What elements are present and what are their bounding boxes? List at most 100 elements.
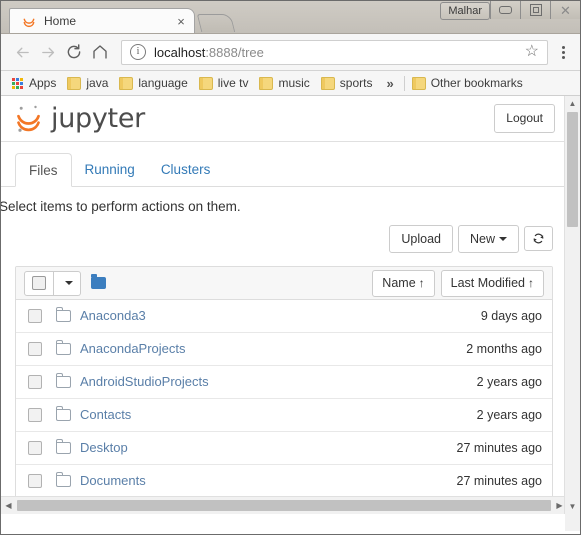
folder-icon xyxy=(55,373,71,389)
row-checkbox[interactable] xyxy=(28,474,42,489)
bookmark-apps[interactable]: Apps xyxy=(8,75,63,91)
chevron-down-icon xyxy=(65,281,73,286)
file-modified-time: 27 minutes ago xyxy=(456,474,542,489)
scrollbar-corner xyxy=(565,514,580,531)
select-all-checkbox[interactable] xyxy=(24,270,54,296)
chevron-down-icon xyxy=(499,237,507,242)
tab-clusters[interactable]: Clusters xyxy=(148,153,224,187)
new-dropdown-button[interactable]: New xyxy=(457,224,519,254)
row-checkbox[interactable] xyxy=(28,441,42,456)
menu-dot xyxy=(561,55,565,59)
window-controls: Malhar ✕ xyxy=(440,1,580,20)
file-list-panel: Name ↑ Last Modified ↑ Anaconda3 9 days ag… xyxy=(15,266,553,514)
tab-strip: Home × xyxy=(1,8,236,33)
menu-dot xyxy=(561,45,565,49)
address-bar[interactable]: i localhost:8888/tree ☆ xyxy=(121,39,548,65)
file-name-link[interactable]: Documents xyxy=(80,473,146,490)
site-info-icon[interactable]: i xyxy=(130,44,146,60)
bookmark-apps-label: Apps xyxy=(29,76,57,90)
folder-icon xyxy=(411,76,426,90)
file-modified-time: 2 years ago xyxy=(476,408,542,423)
sort-by-modified-button[interactable]: Last Modified ↑ xyxy=(440,269,544,297)
folder-icon xyxy=(55,340,71,356)
blue-folder-icon[interactable] xyxy=(91,274,106,290)
folder-icon xyxy=(198,76,213,90)
url-host: localhost xyxy=(154,44,206,60)
browser-tab-home[interactable]: Home × xyxy=(9,8,195,33)
row-checkbox[interactable] xyxy=(28,342,42,357)
selection-dropdown-button[interactable] xyxy=(54,270,81,296)
horizontal-scrollbar[interactable]: ◀ ▶ xyxy=(1,496,567,514)
file-modified-time: 2 years ago xyxy=(476,375,542,390)
close-button[interactable]: ✕ xyxy=(550,1,580,19)
arrow-up-icon: ↑ xyxy=(418,275,425,290)
row-checkbox[interactable] xyxy=(28,408,42,423)
file-modified-time: 9 days ago xyxy=(480,309,542,324)
scroll-down-arrow-icon[interactable]: ▼ xyxy=(565,499,580,514)
file-name-link[interactable]: Anaconda3 xyxy=(80,308,146,325)
bookmark-label: language xyxy=(138,76,188,90)
logout-button[interactable]: Logout xyxy=(494,104,555,133)
browser-menu-button[interactable] xyxy=(554,45,572,59)
bookmark-other-bookmarks[interactable]: Other bookmarks xyxy=(408,75,530,91)
bookmarks-bar: Apps java language live tv music sports … xyxy=(1,71,580,96)
sort-modified-label: Last Modified xyxy=(450,275,525,290)
maximize-icon xyxy=(529,4,542,16)
bookmark-label: music xyxy=(278,76,310,90)
jupyter-wordmark: jupyter xyxy=(51,103,145,134)
bookmark-music[interactable]: music xyxy=(255,75,316,91)
home-button[interactable] xyxy=(87,39,113,65)
file-name-link[interactable]: AnacondaProjects xyxy=(80,341,186,358)
table-row[interactable]: AndroidStudioProjects 2 years ago xyxy=(16,366,552,400)
tab-close-icon[interactable]: × xyxy=(174,14,188,29)
forward-button[interactable] xyxy=(35,39,61,65)
title-bar: Malhar ✕ Home × xyxy=(1,1,580,34)
bookmarks-overflow-icon[interactable]: » xyxy=(379,76,400,91)
minimize-button[interactable] xyxy=(490,1,520,19)
vertical-scrollbar[interactable]: ▲ ▼ xyxy=(564,96,580,514)
bookmark-language[interactable]: language xyxy=(115,75,194,91)
file-modified-time: 27 minutes ago xyxy=(456,441,542,456)
table-row[interactable]: Anaconda3 9 days ago xyxy=(16,300,552,334)
sort-by-name-button[interactable]: Name ↑ xyxy=(372,269,435,297)
maximize-button[interactable] xyxy=(520,1,550,19)
file-name-link[interactable]: Desktop xyxy=(80,440,128,457)
profile-button[interactable]: Malhar xyxy=(440,2,490,20)
reload-button[interactable] xyxy=(61,39,87,65)
refresh-button[interactable] xyxy=(524,226,553,252)
bookmark-live-tv[interactable]: live tv xyxy=(195,75,256,91)
table-row[interactable]: Documents 27 minutes ago xyxy=(16,465,552,499)
tab-running[interactable]: Running xyxy=(72,153,148,187)
folder-icon xyxy=(55,472,71,488)
sort-name-label: Name xyxy=(382,275,416,290)
bookmark-star-icon[interactable]: ☆ xyxy=(519,44,539,60)
table-row[interactable]: Contacts 2 years ago xyxy=(16,399,552,433)
arrow-up-icon: ↑ xyxy=(528,275,534,290)
jupyter-logo[interactable]: jupyter xyxy=(15,103,145,135)
row-checkbox[interactable] xyxy=(28,309,42,324)
bookmark-label: live tv xyxy=(217,76,249,90)
scroll-left-arrow-icon[interactable]: ◀ xyxy=(1,501,16,510)
folder-icon xyxy=(55,406,71,422)
new-tab-button[interactable] xyxy=(196,14,236,32)
select-items-message: Select items to perform actions on them. xyxy=(1,199,241,214)
navigation-bar: i localhost:8888/tree ☆ xyxy=(1,34,580,71)
tab-files[interactable]: Files xyxy=(15,153,72,187)
vertical-scroll-thumb[interactable] xyxy=(567,112,578,227)
url-text: localhost:8888/tree xyxy=(154,45,264,60)
back-button[interactable] xyxy=(9,39,35,65)
apps-grid-icon xyxy=(12,77,23,89)
folder-icon xyxy=(55,307,71,323)
bookmark-java[interactable]: java xyxy=(63,75,115,91)
new-dropdown-label: New xyxy=(469,231,495,246)
table-row[interactable]: AnacondaProjects 2 months ago xyxy=(16,333,552,367)
file-name-link[interactable]: AndroidStudioProjects xyxy=(80,374,209,391)
scroll-up-arrow-icon[interactable]: ▲ xyxy=(565,96,580,111)
bookmark-sports[interactable]: sports xyxy=(317,75,380,91)
jupyter-logo-icon xyxy=(15,103,45,135)
horizontal-scroll-thumb[interactable] xyxy=(17,500,551,511)
row-checkbox[interactable] xyxy=(28,375,42,390)
file-name-link[interactable]: Contacts xyxy=(80,407,131,424)
table-row[interactable]: Desktop 27 minutes ago xyxy=(16,432,552,466)
upload-button[interactable]: Upload xyxy=(389,224,453,254)
